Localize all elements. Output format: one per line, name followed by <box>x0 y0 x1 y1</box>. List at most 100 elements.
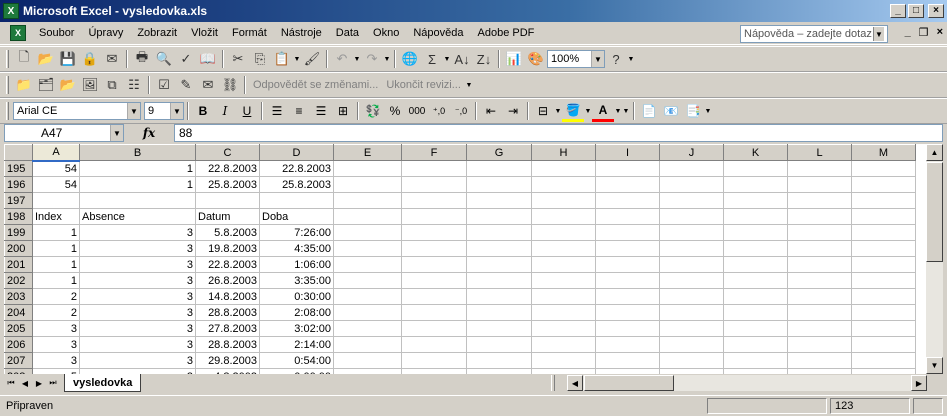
cell-d[interactable]: 22.8.2003 <box>259 160 334 177</box>
cell-c[interactable]: 29.8.2003 <box>195 352 260 369</box>
redo-icon[interactable]: ↷ <box>361 49 383 70</box>
font-color-dropdown-icon[interactable]: ▼ <box>614 108 622 115</box>
cell-i[interactable] <box>595 272 660 289</box>
cell-k[interactable] <box>723 208 788 225</box>
cell-k[interactable] <box>723 304 788 321</box>
cell-d[interactable]: 3:35:00 <box>259 272 334 289</box>
cell-d[interactable]: 3:02:00 <box>259 320 334 337</box>
review-folder-check-icon[interactable]: 🗂 <box>35 75 57 96</box>
column-header-a[interactable]: A <box>32 144 80 162</box>
spelling-icon[interactable]: ✓ <box>175 49 197 70</box>
spreadsheet-grid[interactable]: A B C D E F G H I J K L M 195 54 1 22.8.200… <box>4 144 926 374</box>
cell-l[interactable] <box>787 240 852 257</box>
row-header[interactable]: 199 <box>4 224 33 241</box>
cell-h[interactable] <box>531 160 596 177</box>
cell-m[interactable] <box>851 352 916 369</box>
end-review-button[interactable]: Ukončit revizi... <box>382 79 465 91</box>
cell-l[interactable] <box>787 320 852 337</box>
cell-h[interactable] <box>531 288 596 305</box>
cell-i[interactable] <box>595 176 660 193</box>
row-header[interactable]: 196 <box>4 176 33 193</box>
email-icon[interactable]: ✉ <box>101 49 123 70</box>
help-icon[interactable]: ? <box>605 49 627 70</box>
cell-i[interactable] <box>595 224 660 241</box>
cell-c[interactable]: 19.8.2003 <box>195 240 260 257</box>
cell-c[interactable]: 14.8.2003 <box>195 288 260 305</box>
cell-h[interactable] <box>531 176 596 193</box>
cell-l[interactable] <box>787 208 852 225</box>
cell-j[interactable] <box>659 352 724 369</box>
sort-ascending-icon[interactable]: A↓ <box>451 49 473 70</box>
cell-g[interactable] <box>466 224 532 241</box>
chevron-down-icon[interactable]: ▼ <box>591 51 604 67</box>
cell-e[interactable] <box>333 160 402 177</box>
minimize-button[interactable]: _ <box>890 4 906 18</box>
column-header-c[interactable]: C <box>195 144 260 161</box>
cell-d[interactable]: 2:08:00 <box>259 304 334 321</box>
cell-g[interactable] <box>466 304 532 321</box>
formula-input[interactable]: 88 <box>174 124 943 142</box>
cell-l[interactable] <box>787 256 852 273</box>
cell-b[interactable]: 3 <box>79 272 196 289</box>
pdf-review-icon[interactable]: 📑 <box>682 101 704 122</box>
cell-k[interactable] <box>723 224 788 241</box>
cell-e[interactable] <box>333 336 402 353</box>
increase-indent-icon[interactable]: ⇥ <box>502 101 524 122</box>
row-header[interactable]: 205 <box>4 320 33 337</box>
cell-f[interactable] <box>401 192 467 209</box>
cell-g[interactable] <box>466 352 532 369</box>
cell-e[interactable] <box>333 272 402 289</box>
align-right-icon[interactable]: ☰ <box>310 101 332 122</box>
cell-j[interactable] <box>659 272 724 289</box>
last-sheet-icon[interactable]: ⏭ <box>46 375 60 391</box>
cell-j[interactable] <box>659 192 724 209</box>
pdf-email-icon[interactable]: 📧 <box>660 101 682 122</box>
font-select[interactable]: Arial CE ▼ <box>13 102 141 120</box>
insert-function-icon[interactable]: fx <box>124 126 174 140</box>
row-header[interactable]: 197 <box>4 192 33 209</box>
cell-e[interactable] <box>333 240 402 257</box>
cell-b[interactable]: 3 <box>79 352 196 369</box>
merge-center-icon[interactable]: ⊞ <box>332 101 354 122</box>
cell-a[interactable]: 2 <box>32 288 80 305</box>
cell-l[interactable] <box>787 272 852 289</box>
cell-f[interactable] <box>401 208 467 225</box>
open-folder-icon[interactable]: 📂 <box>35 49 57 70</box>
cell-d[interactable]: 2:14:00 <box>259 336 334 353</box>
cell-g[interactable] <box>466 320 532 337</box>
zoom-select[interactable]: 100% ▼ <box>547 50 605 68</box>
cell-h[interactable] <box>531 240 596 257</box>
print-icon[interactable]: 🖶 <box>131 49 153 70</box>
print-preview-icon[interactable]: 🔍 <box>153 49 175 70</box>
tab-split-handle[interactable] <box>551 375 556 391</box>
cell-c[interactable]: 22.8.2003 <box>195 160 260 177</box>
cut-icon[interactable]: ✂ <box>227 49 249 70</box>
cell-i[interactable] <box>595 336 660 353</box>
cell-b[interactable]: 1 <box>79 160 196 177</box>
row-header[interactable]: 206 <box>4 336 33 353</box>
cell-j[interactable] <box>659 240 724 257</box>
cell-j[interactable] <box>659 160 724 177</box>
row-header[interactable]: 198 <box>4 208 33 225</box>
currency-icon[interactable]: 💱 <box>362 101 384 122</box>
cell-h[interactable] <box>531 320 596 337</box>
cell-e[interactable] <box>333 288 402 305</box>
cell-b[interactable]: 3 <box>79 240 196 257</box>
name-box[interactable]: A47 ▼ <box>4 124 124 142</box>
reply-with-changes-button[interactable]: Odpovědět se změnami... <box>249 79 382 91</box>
cell-i[interactable] <box>595 208 660 225</box>
borders-icon[interactable]: ⊟ <box>532 101 554 122</box>
cell-f[interactable] <box>401 304 467 321</box>
cell-h[interactable] <box>531 208 596 225</box>
paste-icon[interactable]: 📋 <box>271 49 293 70</box>
cell-m[interactable] <box>851 256 916 273</box>
drawing-icon[interactable]: 🎨 <box>525 49 547 70</box>
cell-e[interactable] <box>333 208 402 225</box>
italic-button[interactable]: I <box>214 101 236 122</box>
cell-b[interactable]: Absence <box>79 208 196 225</box>
cell-f[interactable] <box>401 176 467 193</box>
cell-j[interactable] <box>659 224 724 241</box>
cell-j[interactable] <box>659 320 724 337</box>
cell-c[interactable]: Datum <box>195 208 260 225</box>
review-list-icon[interactable]: ☑ <box>153 75 175 96</box>
